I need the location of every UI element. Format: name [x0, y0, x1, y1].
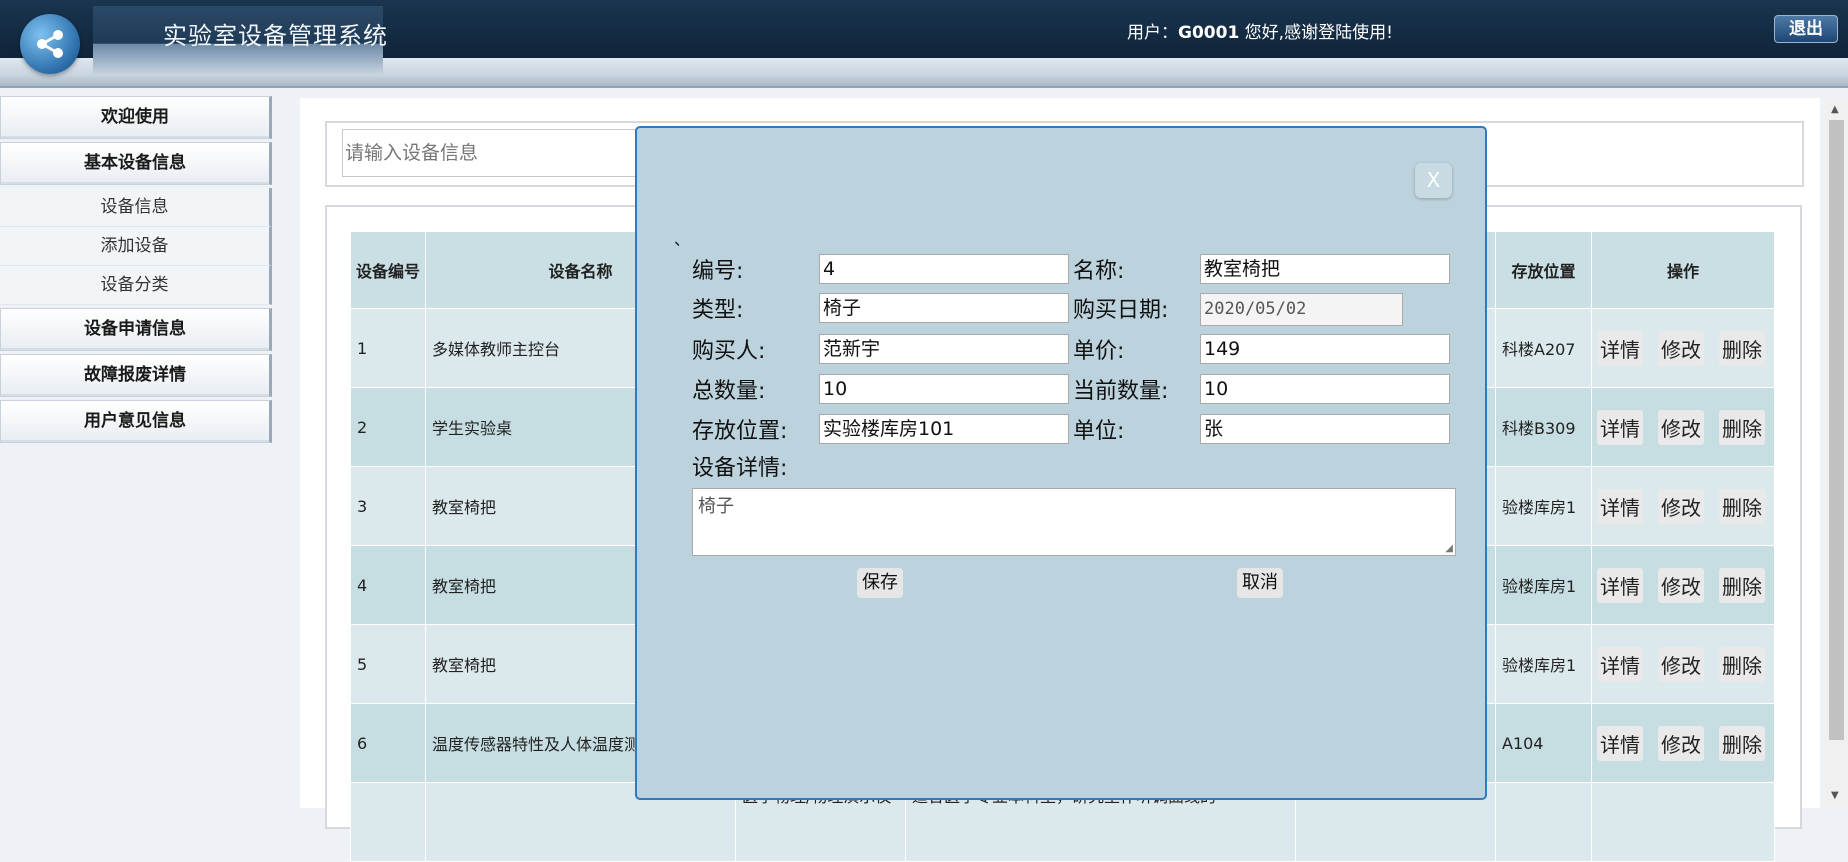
user-prefix: 用户：	[1127, 23, 1178, 43]
cell-id: 4	[350, 545, 426, 625]
unit-price-field[interactable]: 149	[1200, 334, 1450, 364]
stray-mark: 、	[674, 230, 691, 249]
label-type: 类型:	[692, 298, 744, 323]
sidebar-welcome[interactable]: 欢迎使用	[0, 96, 272, 139]
app-title: 实验室设备管理系统	[163, 22, 388, 50]
edit-button[interactable]: 修改	[1658, 409, 1704, 445]
unit-field[interactable]: 张	[1200, 414, 1450, 444]
location-field[interactable]: 实验楼库房101	[819, 414, 1069, 444]
sidebar-fault[interactable]: 故障报废详情	[0, 354, 272, 397]
total-qty-field[interactable]: 10	[819, 374, 1069, 404]
detail-text: 椅子	[698, 496, 734, 517]
sidebar: 欢迎使用 基本设备信息 设备信息 添加设备 设备分类 设备申请信息 故障报废详情…	[0, 96, 272, 446]
cell-ops: 详情 修改 删除	[1591, 466, 1775, 546]
scroll-up-icon[interactable]: ▲	[1831, 104, 1839, 115]
cell-id: 2	[350, 387, 426, 467]
sidebar-item-device-info[interactable]: 设备信息	[0, 188, 272, 227]
cell-id: 3	[350, 466, 426, 546]
cell-location: 验楼库房1	[1495, 545, 1592, 625]
cell-ops: 详情 修改 删除	[1591, 308, 1775, 388]
label-number: 编号:	[692, 259, 744, 284]
cell-id: 5	[350, 624, 426, 704]
edit-button[interactable]: 修改	[1658, 725, 1704, 761]
scroll-down-icon[interactable]: ▼	[1831, 790, 1839, 801]
buyer-field[interactable]: 范新宇	[819, 334, 1069, 364]
delete-button[interactable]: 删除	[1719, 488, 1765, 524]
type-field[interactable]: 椅子	[819, 293, 1069, 323]
detail-button[interactable]: 详情	[1597, 330, 1643, 366]
edit-device-modal: X 、 编号: 4 名称: 教室椅把 类型: 椅子 购买日期: 2020/05/…	[635, 126, 1487, 800]
user-greeting: 用户：G0001 您好,感谢登陆使用!	[1127, 18, 1393, 43]
label-detail: 设备详情:	[692, 456, 788, 481]
detail-button[interactable]: 详情	[1597, 646, 1643, 682]
scroll-thumb[interactable]	[1829, 120, 1844, 740]
delete-button[interactable]: 删除	[1719, 567, 1765, 603]
sidebar-basic-info[interactable]: 基本设备信息	[0, 142, 272, 185]
save-button[interactable]: 保存	[857, 568, 903, 598]
sidebar-feedback[interactable]: 用户意见信息	[0, 400, 272, 443]
resize-grip-icon[interactable]: ◢	[1445, 543, 1453, 554]
cell-ops: 详情 修改 删除	[1591, 545, 1775, 625]
vertical-scrollbar[interactable]: ▲ ▼	[1825, 98, 1848, 808]
col-header-ops: 操作	[1591, 231, 1775, 309]
cell-id: 1	[350, 308, 426, 388]
search-input[interactable]	[342, 129, 662, 177]
sidebar-item-add-device[interactable]: 添加设备	[0, 227, 272, 266]
user-id: G0001	[1178, 23, 1240, 43]
edit-button[interactable]: 修改	[1658, 567, 1704, 603]
name-field[interactable]: 教室椅把	[1200, 254, 1450, 284]
greeting-text: 您好,感谢登陆使用!	[1239, 23, 1393, 43]
label-name: 名称:	[1073, 259, 1125, 284]
label-purchase-date: 购买日期:	[1073, 298, 1169, 323]
share-logo-icon	[20, 14, 80, 74]
logout-button[interactable]: 退出	[1774, 15, 1838, 43]
cell-ops: 详情 修改 删除	[1591, 703, 1775, 783]
detail-textarea[interactable]: 椅子 ◢	[692, 488, 1456, 556]
detail-button[interactable]: 详情	[1597, 488, 1643, 524]
detail-button[interactable]: 详情	[1597, 409, 1643, 445]
cell-location: 验楼库房1	[1495, 624, 1592, 704]
sidebar-item-device-category[interactable]: 设备分类	[0, 266, 272, 305]
label-total-qty: 总数量:	[692, 379, 766, 404]
cell-location: 验楼库房1	[1495, 466, 1592, 546]
cell-location: 科楼B309	[1495, 387, 1592, 467]
label-unit: 单位:	[1073, 419, 1125, 444]
delete-button[interactable]: 删除	[1719, 330, 1765, 366]
close-icon[interactable]: X	[1415, 163, 1452, 198]
purchase-date-field[interactable]: 2020/05/02	[1200, 293, 1403, 326]
edit-button[interactable]: 修改	[1658, 330, 1704, 366]
number-field[interactable]: 4	[819, 254, 1069, 284]
delete-button[interactable]: 删除	[1719, 725, 1765, 761]
delete-button[interactable]: 删除	[1719, 409, 1765, 445]
delete-button[interactable]: 删除	[1719, 646, 1765, 682]
label-location: 存放位置:	[692, 419, 788, 444]
cell-location: 科楼A207	[1495, 308, 1592, 388]
cell-ops: 详情 修改 删除	[1591, 387, 1775, 467]
cell-location: A104	[1495, 703, 1592, 783]
label-buyer: 购买人:	[692, 339, 766, 364]
detail-button[interactable]: 详情	[1597, 567, 1643, 603]
edit-button[interactable]: 修改	[1658, 646, 1704, 682]
sidebar-apply[interactable]: 设备申请信息	[0, 308, 272, 351]
col-header-id: 设备编号	[350, 231, 426, 309]
cancel-button[interactable]: 取消	[1237, 568, 1283, 598]
cell-id: 6	[350, 703, 426, 783]
label-unit-price: 单价:	[1073, 339, 1125, 364]
col-header-location: 存放位置	[1495, 231, 1592, 309]
detail-button[interactable]: 详情	[1597, 725, 1643, 761]
cell-ops: 详情 修改 删除	[1591, 624, 1775, 704]
label-current-qty: 当前数量:	[1073, 379, 1169, 404]
current-qty-field[interactable]: 10	[1200, 374, 1450, 404]
edit-button[interactable]: 修改	[1658, 488, 1704, 524]
